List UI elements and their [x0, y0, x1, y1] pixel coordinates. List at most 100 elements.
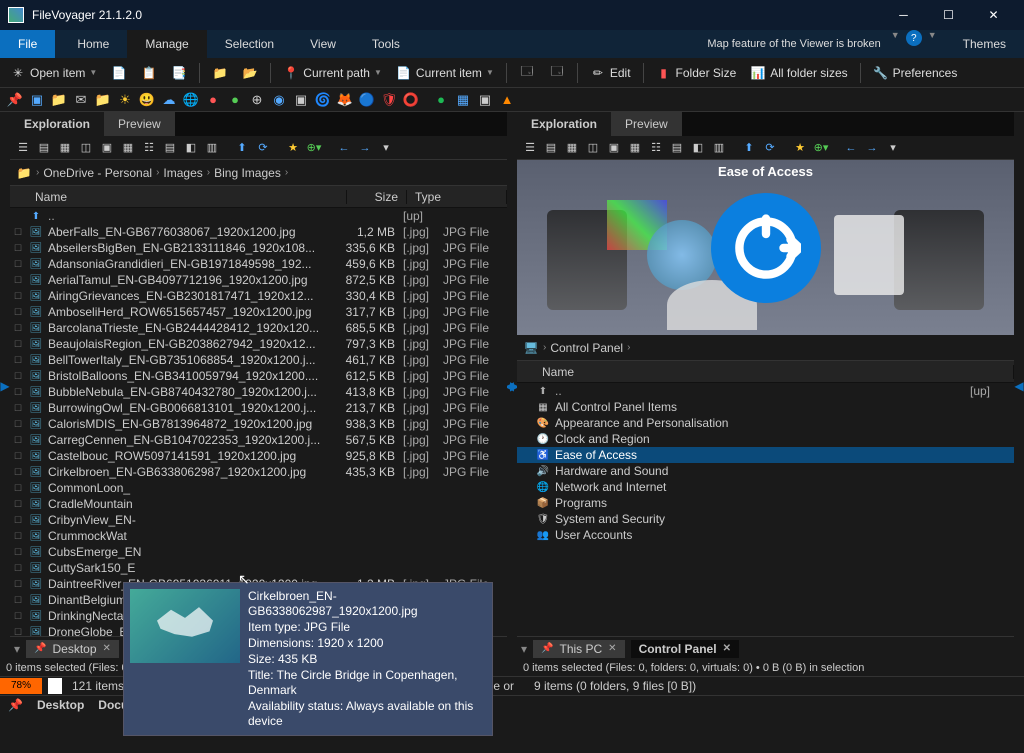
left-edge-handle[interactable]: ▶ — [0, 112, 10, 660]
file-row[interactable]: ☐🖼AmboseliHerd_ROW6515657457_1920x1200.j… — [10, 304, 507, 320]
pt-rback[interactable]: ← — [842, 139, 860, 157]
pt-r6[interactable]: ▦ — [626, 139, 644, 157]
sc-4[interactable]: 📁 — [94, 91, 112, 109]
file-row[interactable]: ☐🖼CalorisMDIS_EN-GB7813964872_1920x1200.… — [10, 416, 507, 432]
loctab-drop-icon[interactable]: ▾ — [14, 642, 20, 656]
sc-8[interactable]: 🌐 — [182, 91, 200, 109]
cp-row[interactable]: 🌐Network and Internet — [517, 479, 1014, 495]
col-name-r[interactable]: Name — [534, 365, 1014, 379]
pt-l8[interactable]: ▤ — [161, 139, 179, 157]
left-file-list[interactable]: ⬆..[up] ☐🖼AberFalls_EN-GB6776038067_1920… — [10, 208, 507, 636]
bc-cp[interactable]: Control Panel — [550, 341, 623, 355]
menu-view[interactable]: View — [292, 30, 354, 58]
loctab-desktop[interactable]: 📌Desktop✕ — [26, 640, 119, 658]
sc-7[interactable]: ☁ — [160, 91, 178, 109]
sc-firefox[interactable]: 🦊 — [336, 91, 354, 109]
pt-rfwd[interactable]: → — [863, 139, 881, 157]
pt-lstar[interactable]: ★ — [284, 139, 302, 157]
tool-icon-6[interactable]: 🗔 — [515, 63, 539, 83]
file-row[interactable]: ☐🖼Castelbouc_ROW5097141591_1920x1200.jpg… — [10, 448, 507, 464]
sc-vlc[interactable]: ▲ — [498, 91, 516, 109]
file-row[interactable]: ☐🖼CommonLoon_ — [10, 480, 507, 496]
sc-15[interactable]: ▣ — [476, 91, 494, 109]
close-tab-icon[interactable]: ✕ — [723, 643, 731, 654]
bc-onedrive[interactable]: OneDrive - Personal — [43, 166, 152, 180]
cp-row[interactable]: 🕐Clock and Region — [517, 431, 1014, 447]
cp-row[interactable]: 🔊Hardware and Sound — [517, 463, 1014, 479]
tool-icon-1[interactable]: 📄 — [107, 63, 131, 83]
loctab-cp[interactable]: Control Panel✕ — [631, 640, 739, 658]
folder-size-button[interactable]: ▮Folder Size — [652, 63, 741, 83]
pt-lfwd[interactable]: → — [356, 139, 374, 157]
file-row[interactable]: ☐🖼BeaujolaisRegion_EN-GB2038627942_1920x… — [10, 336, 507, 352]
pt-lup[interactable]: ⬆ — [233, 139, 251, 157]
bc-bing[interactable]: Bing Images — [214, 166, 281, 180]
sc-13[interactable]: ▣ — [292, 91, 310, 109]
close-tab-icon[interactable]: ✕ — [608, 643, 616, 654]
file-row[interactable]: ☐🖼CuttySark150_E — [10, 560, 507, 576]
file-row[interactable]: ☐🖼BellTowerItaly_EN-GB7351068854_1920x12… — [10, 352, 507, 368]
left-tab-preview[interactable]: Preview — [104, 112, 175, 136]
loctab-drop-icon-r[interactable]: ▾ — [521, 642, 527, 656]
pt-r7[interactable]: ☷ — [647, 139, 665, 157]
sc-11[interactable]: ⊕ — [248, 91, 266, 109]
file-row[interactable]: ☐🖼Cirkelbroen_EN-GB6338062987_1920x1200.… — [10, 464, 507, 480]
maximize-button[interactable]: ☐ — [926, 0, 971, 30]
pt-rup[interactable]: ⬆ — [740, 139, 758, 157]
pt-lback[interactable]: ← — [335, 139, 353, 157]
cp-row[interactable]: ⬆..[up] — [517, 383, 1014, 399]
tool-icon-3[interactable]: 📑 — [167, 63, 191, 83]
pt-rrefresh[interactable]: ⟳ — [761, 139, 779, 157]
sc-opera[interactable]: ⭕ — [402, 91, 420, 109]
pt-l7[interactable]: ☷ — [140, 139, 158, 157]
pt-r8[interactable]: ▤ — [668, 139, 686, 157]
pt-lrefresh[interactable]: ⟳ — [254, 139, 272, 157]
menu-tools[interactable]: Tools — [354, 30, 418, 58]
file-row[interactable]: ☐🖼CubsEmerge_EN — [10, 544, 507, 560]
pt-ldrop[interactable]: ⊕▾ — [305, 139, 323, 157]
pt-rstar[interactable]: ★ — [791, 139, 809, 157]
file-row[interactable]: ☐🖼BurrowingOwl_EN-GB0066813101_1920x1200… — [10, 400, 507, 416]
menu-selection[interactable]: Selection — [207, 30, 292, 58]
sc-14[interactable]: ▦ — [454, 91, 472, 109]
tool-icon-2[interactable]: 📋 — [137, 63, 161, 83]
file-row[interactable]: ☐🖼CrummockWat — [10, 528, 507, 544]
sc-spotify[interactable]: ● — [432, 91, 450, 109]
sc-10[interactable]: ● — [226, 91, 244, 109]
right-breadcrumb[interactable]: 🖥 › Control Panel › — [517, 335, 1014, 361]
pt-l9[interactable]: ◧ — [182, 139, 200, 157]
cp-row[interactable]: ♿Ease of Access — [517, 447, 1014, 463]
menu-home[interactable]: Home — [59, 30, 127, 58]
pt-r4[interactable]: ◫ — [584, 139, 602, 157]
tool-icon-5[interactable]: 📂 — [238, 63, 262, 83]
current-item-button[interactable]: 📄Current item▼ — [392, 63, 498, 83]
close-tab-icon[interactable]: ✕ — [103, 643, 111, 654]
up-row[interactable]: ⬆..[up] — [10, 208, 507, 224]
pt-rdown[interactable]: ▾ — [884, 139, 902, 157]
bc-images[interactable]: Images — [163, 166, 202, 180]
pt-r9[interactable]: ◧ — [689, 139, 707, 157]
sc-1[interactable]: ▣ — [28, 91, 46, 109]
file-row[interactable]: ☐🖼AiringGrievances_EN-GB2301817471_1920x… — [10, 288, 507, 304]
file-row[interactable]: ☐🖼CribynView_EN- — [10, 512, 507, 528]
left-tab-exploration[interactable]: Exploration — [10, 112, 104, 136]
file-row[interactable]: ☐🖼CradleMountain — [10, 496, 507, 512]
right-edge-handle[interactable]: ◀ — [1014, 112, 1024, 660]
cp-row[interactable]: ▦All Control Panel Items — [517, 399, 1014, 415]
pt-ldown[interactable]: ▾ — [377, 139, 395, 157]
file-row[interactable]: ☐🖼AdansoniaGrandidieri_EN-GB1971849598_1… — [10, 256, 507, 272]
sc-brave[interactable]: 🛡 — [380, 91, 398, 109]
pt-r2[interactable]: ▤ — [542, 139, 560, 157]
all-folder-sizes-button[interactable]: 📊All folder sizes — [746, 63, 851, 83]
current-path-button[interactable]: 📍Current path▼ — [279, 63, 386, 83]
pt-l3[interactable]: ▦ — [56, 139, 74, 157]
minimize-button[interactable]: ─ — [881, 0, 926, 30]
pt-r3[interactable]: ▦ — [563, 139, 581, 157]
sc-6[interactable]: 😃 — [138, 91, 156, 109]
cp-row[interactable]: 📦Programs — [517, 495, 1014, 511]
file-row[interactable]: ☐🖼BubbleNebula_EN-GB8740432780_1920x1200… — [10, 384, 507, 400]
menu-file[interactable]: File — [0, 30, 55, 58]
pt-l2[interactable]: ▤ — [35, 139, 53, 157]
file-row[interactable]: ☐🖼BristolBalloons_EN-GB3410059794_1920x1… — [10, 368, 507, 384]
sc-5[interactable]: ☀ — [116, 91, 134, 109]
